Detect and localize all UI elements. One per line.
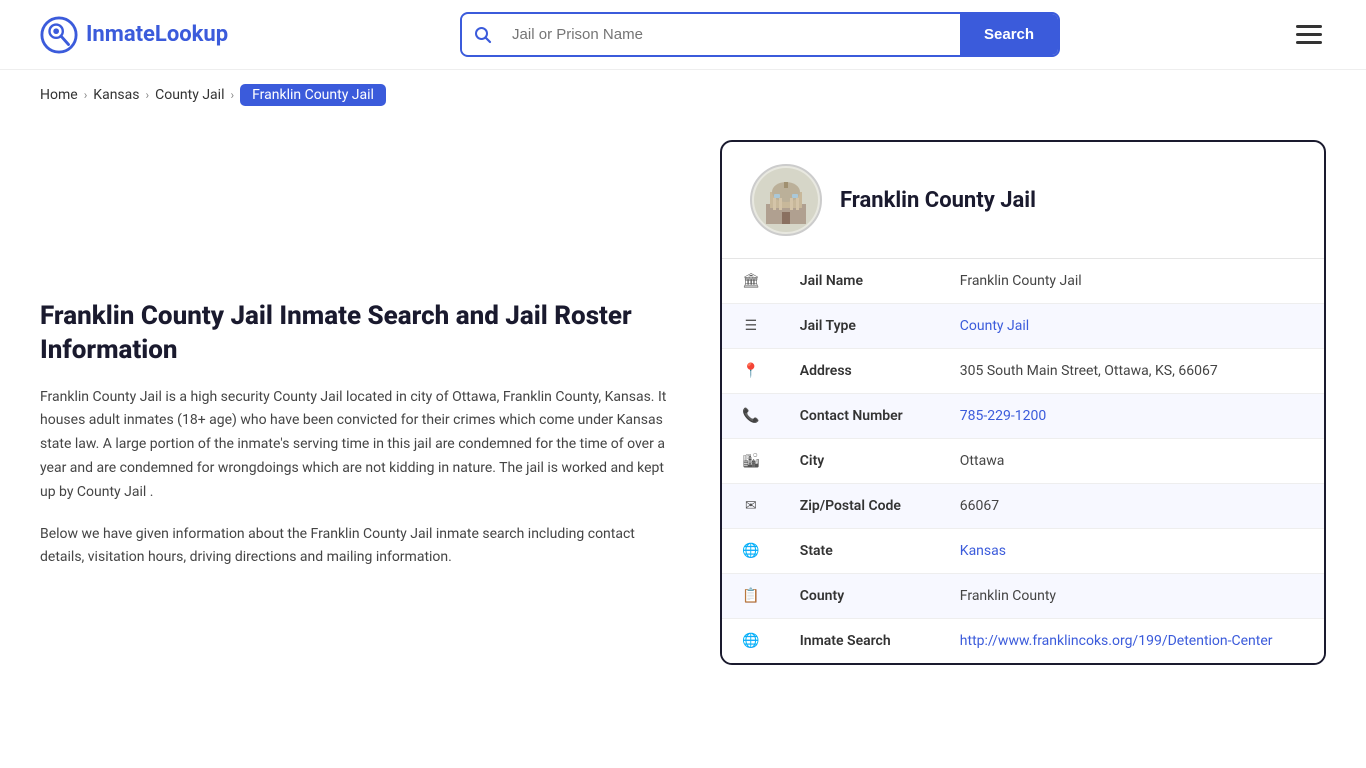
breadcrumb-kansas[interactable]: Kansas — [93, 87, 139, 103]
row-label: Address — [780, 349, 940, 394]
search-icon — [474, 26, 492, 44]
chevron-icon-1: › — [84, 88, 88, 102]
row-value: 305 South Main Street, Ottawa, KS, 66067 — [940, 349, 1324, 394]
search-input[interactable] — [504, 16, 960, 53]
row-link[interactable]: County Jail — [960, 318, 1029, 334]
table-row: ☰Jail Type County Jail — [722, 304, 1324, 349]
row-icon: 📍 — [722, 349, 780, 394]
table-row: 📋CountyFranklin County — [722, 574, 1324, 619]
row-label: County — [780, 574, 940, 619]
row-link[interactable]: http://www.franklincoks.org/199/Detentio… — [960, 633, 1273, 649]
row-value[interactable]: Kansas — [940, 529, 1324, 574]
logo-text-part2: Lookup — [155, 22, 228, 47]
row-icon: 📞 — [722, 394, 780, 439]
table-row: 🌐Inmate Search http://www.franklincoks.or… — [722, 619, 1324, 664]
row-label: Zip/Postal Code — [780, 484, 940, 529]
hamburger-line-1 — [1296, 25, 1322, 28]
main-content: Franklin County Jail Inmate Search and J… — [0, 120, 1366, 705]
row-link[interactable]: 785-229-1200 — [960, 408, 1046, 424]
jail-card-title: Franklin County Jail — [840, 188, 1036, 213]
row-icon: 🌐 — [722, 619, 780, 664]
breadcrumb-county-jail[interactable]: County Jail — [155, 87, 224, 103]
search-area: Search — [460, 12, 1060, 57]
table-row: 🏛Jail NameFranklin County Jail — [722, 259, 1324, 304]
chevron-icon-2: › — [146, 88, 150, 102]
left-column: Franklin County Jail Inmate Search and J… — [40, 140, 680, 665]
search-icon-wrap — [462, 16, 504, 54]
page-title: Franklin County Jail Inmate Search and J… — [40, 300, 680, 368]
row-icon: ☰ — [722, 304, 780, 349]
row-value[interactable]: 785-229-1200 — [940, 394, 1324, 439]
page-description-2: Below we have given information about th… — [40, 523, 680, 571]
row-icon: ✉ — [722, 484, 780, 529]
search-button[interactable]: Search — [960, 14, 1058, 55]
row-icon: 📋 — [722, 574, 780, 619]
table-row: 📞Contact Number 785-229-1200 — [722, 394, 1324, 439]
search-wrapper: Search — [460, 12, 1060, 57]
row-label: State — [780, 529, 940, 574]
hamburger-line-2 — [1296, 33, 1322, 36]
row-icon: 🏛 — [722, 259, 780, 304]
table-row: 🌐State Kansas — [722, 529, 1324, 574]
row-value: Franklin County Jail — [940, 259, 1324, 304]
logo-text: InmateLookup — [86, 22, 228, 47]
row-label: Contact Number — [780, 394, 940, 439]
hamburger-line-3 — [1296, 41, 1322, 44]
page-description-1: Franklin County Jail is a high security … — [40, 386, 680, 505]
logo-link[interactable]: InmateLookup — [40, 16, 228, 54]
info-table: 🏛Jail NameFranklin County Jail☰Jail Type… — [722, 259, 1324, 663]
hamburger-menu[interactable] — [1292, 21, 1326, 48]
breadcrumb-active: Franklin County Jail — [240, 84, 386, 106]
row-value: 66067 — [940, 484, 1324, 529]
row-value[interactable]: http://www.franklincoks.org/199/Detentio… — [940, 619, 1324, 664]
table-row: 🏙CityOttawa — [722, 439, 1324, 484]
row-value: Franklin County — [940, 574, 1324, 619]
row-value[interactable]: County Jail — [940, 304, 1324, 349]
row-link[interactable]: Kansas — [960, 543, 1006, 559]
logo-text-part1: Inmate — [86, 22, 155, 47]
row-value: Ottawa — [940, 439, 1324, 484]
chevron-icon-3: › — [230, 88, 234, 102]
logo-icon — [40, 16, 78, 54]
row-icon: 🏙 — [722, 439, 780, 484]
row-label: Jail Type — [780, 304, 940, 349]
row-label: Jail Name — [780, 259, 940, 304]
row-icon: 🌐 — [722, 529, 780, 574]
header: InmateLookup Search — [0, 0, 1366, 70]
row-label: City — [780, 439, 940, 484]
jail-avatar — [750, 164, 822, 236]
table-row: ✉Zip/Postal Code66067 — [722, 484, 1324, 529]
table-row: 📍Address305 South Main Street, Ottawa, K… — [722, 349, 1324, 394]
jail-building-icon — [754, 168, 818, 232]
breadcrumb: Home › Kansas › County Jail › Franklin C… — [0, 70, 1366, 120]
row-label: Inmate Search — [780, 619, 940, 664]
jail-card: Franklin County Jail 🏛Jail NameFranklin … — [720, 140, 1326, 665]
jail-card-header: Franklin County Jail — [722, 142, 1324, 259]
right-column: Franklin County Jail 🏛Jail NameFranklin … — [720, 140, 1326, 665]
breadcrumb-home[interactable]: Home — [40, 87, 78, 103]
